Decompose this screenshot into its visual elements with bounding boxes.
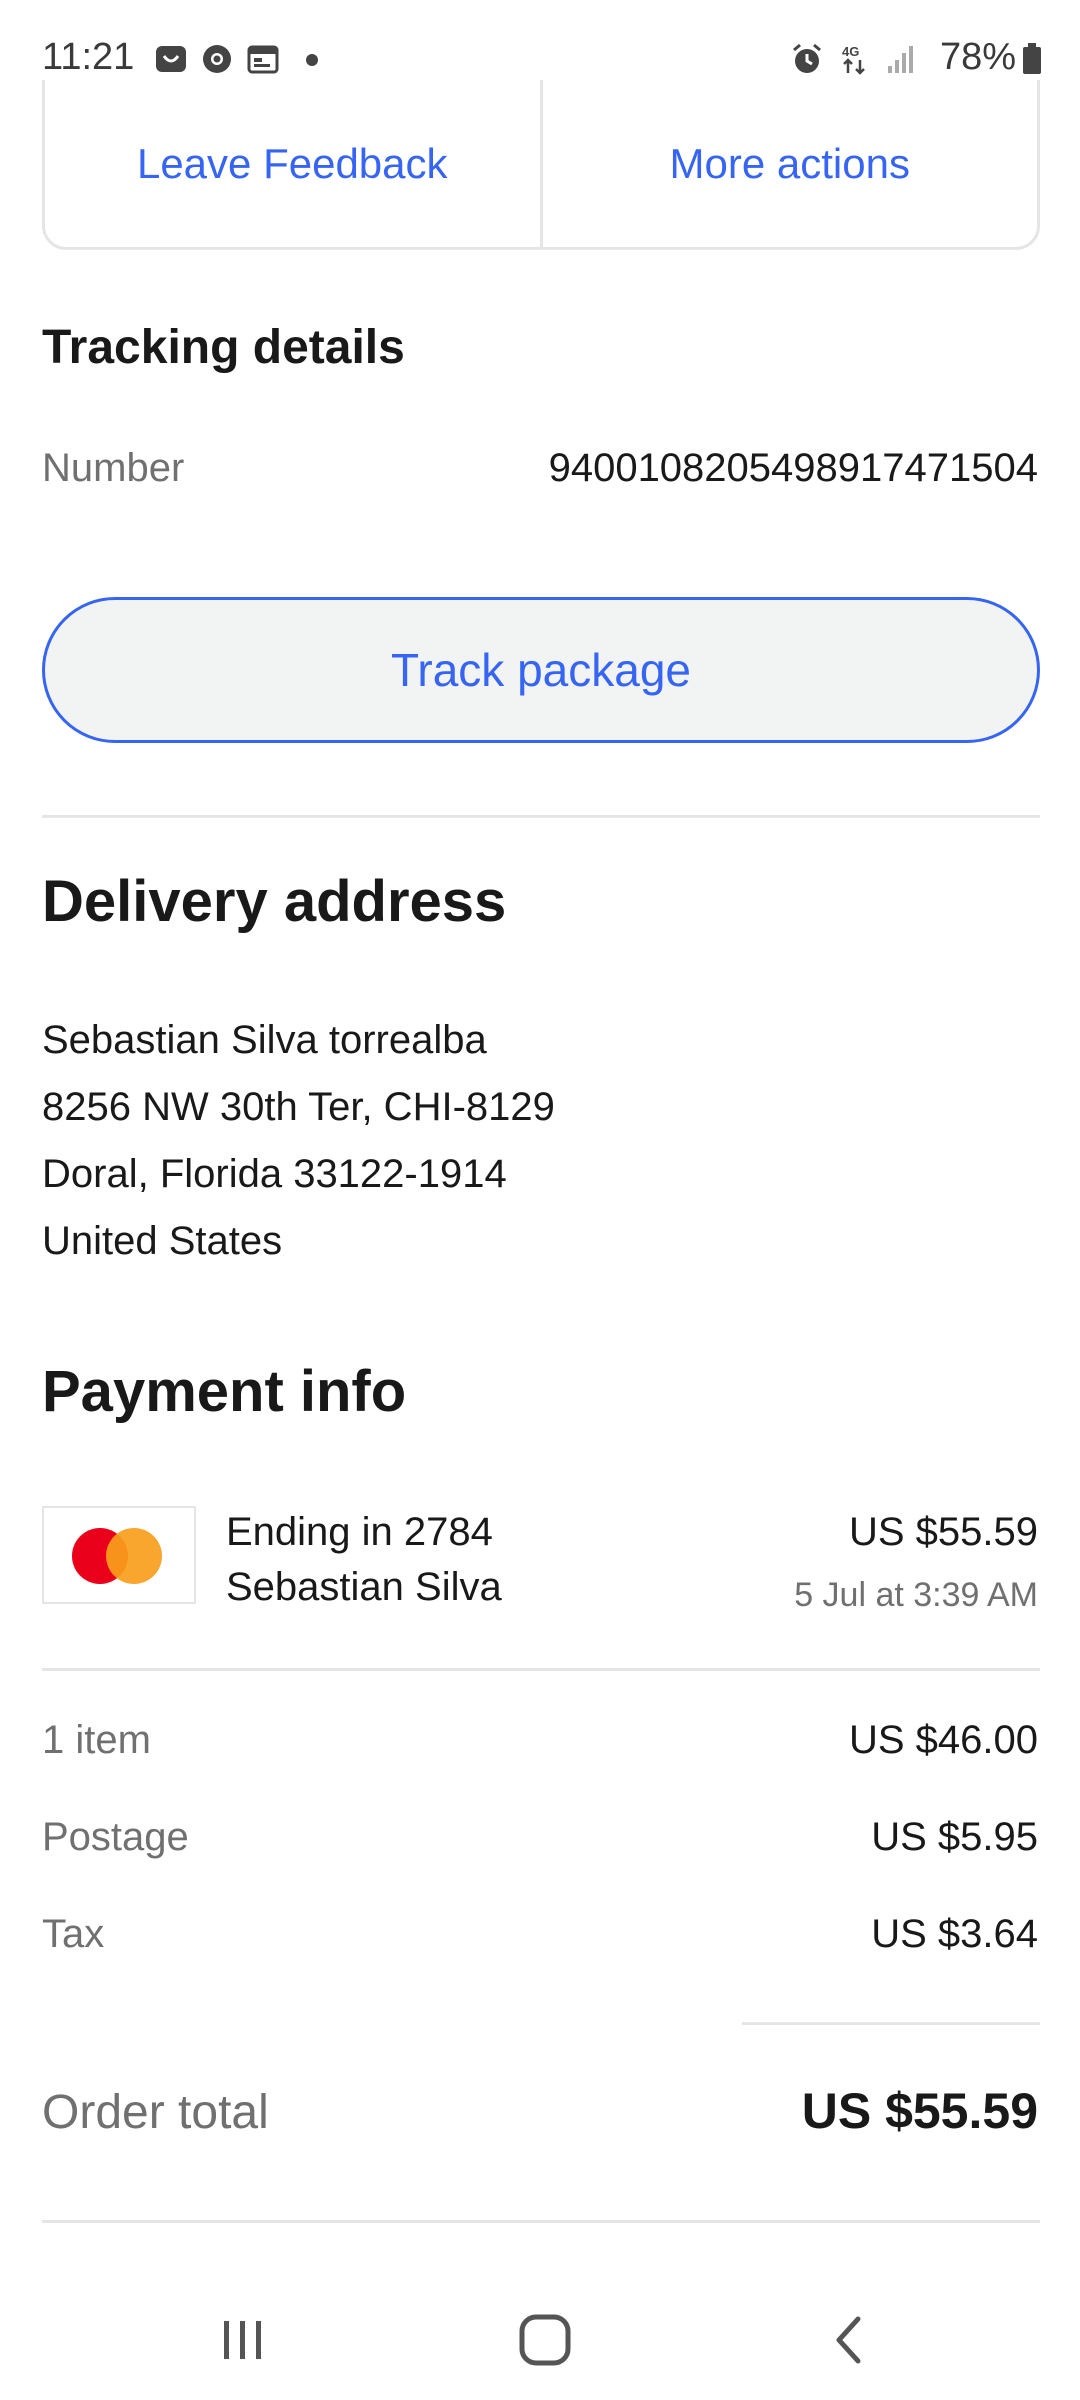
- summary-tax-value: US $3.64: [871, 1912, 1038, 1956]
- home-icon: [519, 2314, 571, 2366]
- calendar-icon: [247, 45, 279, 74]
- summary-postage-label: Postage: [42, 1815, 189, 1859]
- order-total-value: US $55.59: [801, 2083, 1038, 2139]
- card-holder: Sebastian Silva: [226, 1565, 502, 1609]
- home-button[interactable]: [505, 2300, 585, 2380]
- card-ending: Ending in 2784: [226, 1510, 493, 1554]
- order-actions-card: Leave Feedback More actions: [42, 80, 1040, 250]
- subtotal-divider: [742, 2022, 1040, 2025]
- track-package-button[interactable]: Track package: [42, 597, 1040, 743]
- ebay-app-icon: [156, 46, 186, 72]
- alarm-icon: [793, 43, 821, 73]
- summary-tax-label: Tax: [42, 1912, 105, 1956]
- address-line-name: Sebastian Silva torrealba: [42, 1018, 487, 1062]
- chrome-icon: [203, 45, 231, 73]
- address-line-street: 8256 NW 30th Ter, CHI-8129: [42, 1085, 555, 1129]
- status-time: 11:21: [42, 36, 135, 78]
- summary-item-label: 1 item: [42, 1718, 151, 1762]
- more-actions-button[interactable]: More actions: [543, 80, 1038, 247]
- address-line-country: United States: [42, 1219, 283, 1263]
- section-divider: [42, 1668, 1040, 1671]
- svg-text:4G: 4G: [842, 44, 859, 59]
- back-button[interactable]: [810, 2300, 890, 2380]
- tracking-details-title: Tracking details: [42, 321, 405, 374]
- mastercard-logo-icon: [42, 1506, 196, 1604]
- notification-dot: [306, 54, 318, 66]
- payment-amount: US $55.59: [848, 1510, 1038, 1554]
- battery-icon: [1023, 43, 1041, 74]
- payment-info-title: Payment info: [42, 1359, 407, 1424]
- summary-postage-value: US $5.95: [871, 1815, 1038, 1859]
- order-total-label: Order total: [42, 2086, 269, 2139]
- delivery-address-title: Delivery address: [42, 869, 507, 934]
- section-divider: [42, 2220, 1040, 2223]
- recent-apps-button[interactable]: [203, 2300, 283, 2380]
- address-line-city: Doral, Florida 33122-1914: [42, 1152, 507, 1196]
- system-nav-bar: [0, 2260, 1080, 2400]
- recent-apps-icon: [224, 2321, 261, 2359]
- mastercard-orange-circle: [106, 1528, 162, 1584]
- battery-percent: 78%: [940, 36, 1017, 78]
- payment-date: 5 Jul at 3:39 AM: [794, 1576, 1038, 1614]
- summary-item-value: US $46.00: [848, 1718, 1038, 1762]
- signal-icon: [888, 46, 913, 73]
- section-divider: [42, 815, 1040, 818]
- 4g-icon: 4G: [842, 44, 865, 75]
- leave-feedback-button[interactable]: Leave Feedback: [45, 80, 540, 247]
- tracking-number-label: Number: [42, 446, 185, 490]
- back-chevron-icon: [836, 2316, 861, 2364]
- tracking-number-value: 9400108205498917471504: [548, 446, 1038, 490]
